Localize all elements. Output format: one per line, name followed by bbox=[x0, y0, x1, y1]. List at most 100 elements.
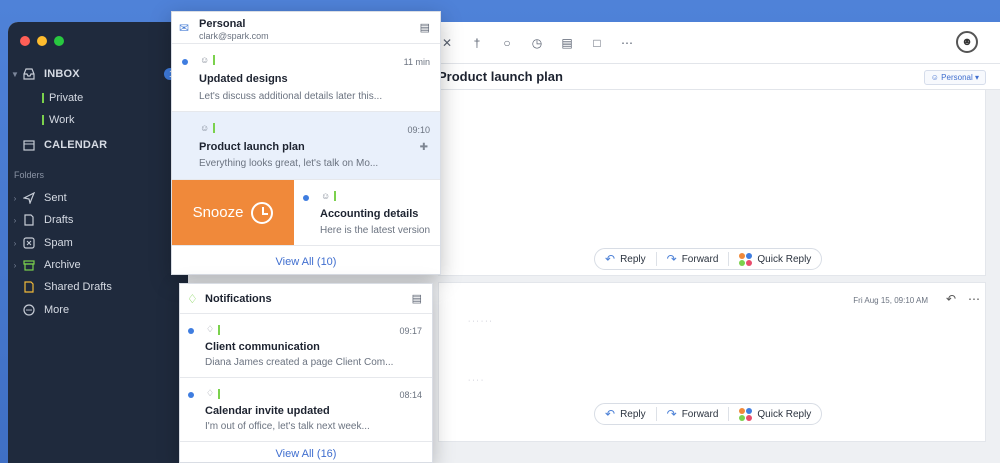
sidebar-item-more[interactable]: More bbox=[8, 300, 188, 320]
email-subject: Product launch plan bbox=[438, 69, 563, 84]
reply-arrow-icon[interactable]: ↶ bbox=[946, 292, 956, 306]
quick-reply-label: Quick Reply bbox=[757, 253, 812, 265]
more-options-icon[interactable]: ⋯ bbox=[618, 34, 636, 52]
reply-arrow-icon: ↶ bbox=[605, 407, 616, 421]
popover-title: Notifications bbox=[205, 293, 272, 305]
pin-icon[interactable]: † bbox=[468, 34, 486, 52]
window-controls bbox=[20, 36, 64, 46]
sidebar-item-drafts[interactable]: › Drafts bbox=[8, 210, 188, 230]
tag-color-marker bbox=[334, 191, 337, 201]
popover-title: Personal bbox=[199, 18, 246, 30]
quick-reply-label: Quick Reply bbox=[757, 408, 812, 420]
reply-button[interactable]: ↶ Reply bbox=[595, 249, 656, 269]
account-selector[interactable]: ☺ Personal ▾ bbox=[923, 70, 986, 85]
quick-reply-button[interactable]: Quick Reply bbox=[729, 249, 821, 269]
sidebar-item-private[interactable]: Private bbox=[8, 88, 188, 108]
notification-item[interactable]: ♢ 09:17 Client communication Diana James… bbox=[180, 314, 432, 378]
tag-color-marker bbox=[213, 55, 216, 65]
mail-preview: Let's discuss additional details later t… bbox=[199, 91, 383, 102]
close-window-button[interactable] bbox=[20, 36, 30, 46]
notification-time: 09:17 bbox=[399, 326, 422, 336]
person-icon: ☺ bbox=[200, 123, 210, 133]
snooze-label: Snooze bbox=[192, 204, 244, 221]
person-icon: ☺ bbox=[200, 55, 210, 65]
forward-button[interactable]: ↷ Forward bbox=[657, 404, 729, 424]
view-all-link[interactable]: View All (10) bbox=[172, 256, 440, 268]
attachment-icon: ✚ bbox=[419, 142, 428, 153]
mail-item-swiped[interactable]: Snooze ☺ Accounting details Here is the … bbox=[172, 180, 440, 246]
shared-drafts-icon bbox=[22, 280, 36, 294]
chevron-right-icon[interactable]: › bbox=[8, 261, 22, 270]
notification-title: Client communication bbox=[205, 341, 320, 353]
archive-icon bbox=[22, 258, 36, 272]
mail-subject: Accounting details bbox=[320, 208, 419, 220]
notification-title: Calendar invite updated bbox=[205, 405, 330, 417]
sidebar-item-label: CALENDAR bbox=[44, 139, 108, 151]
quick-reply-button[interactable]: Quick Reply bbox=[729, 404, 821, 424]
message-actions: ↶ ⋯ bbox=[946, 292, 980, 306]
sidebar-item-calendar[interactable]: CALENDAR bbox=[8, 135, 188, 155]
minimize-window-button[interactable] bbox=[37, 36, 47, 46]
more-options-icon[interactable]: ⋯ bbox=[968, 292, 980, 306]
sidebar-item-sent[interactable]: › Sent bbox=[8, 188, 188, 208]
chevron-right-icon[interactable]: › bbox=[8, 216, 22, 225]
more-icon bbox=[22, 303, 36, 317]
zoom-window-button[interactable] bbox=[54, 36, 64, 46]
notifications-popover: ♢ Notifications ▤ ♢ 09:17 Client communi… bbox=[179, 283, 433, 463]
view-all-link[interactable]: View All (16) bbox=[180, 448, 432, 460]
user-avatar[interactable]: ☻ bbox=[956, 31, 978, 53]
draft-icon bbox=[22, 213, 36, 227]
app-window: ▼ INBOX 12 Private Work CALENDAR Folders… bbox=[8, 22, 1000, 463]
message-date: Fri Aug 15, 09:10 AM bbox=[853, 296, 928, 305]
reply-button[interactable]: ↶ Reply bbox=[595, 404, 656, 424]
mail-time: 11 min bbox=[403, 57, 430, 67]
archive-icon[interactable]: ▤ bbox=[420, 21, 430, 34]
reply-bar: ↶ Reply ↷ Forward Quick Reply bbox=[594, 403, 823, 425]
reply-arrow-icon: ↶ bbox=[605, 252, 616, 266]
chevron-right-icon[interactable]: › bbox=[8, 194, 22, 203]
mail-item-selected[interactable]: ☺ 09:10 Product launch plan Everything l… bbox=[172, 112, 440, 180]
notification-item[interactable]: ♢ 08:14 Calendar invite updated I'm out … bbox=[180, 378, 432, 442]
tag-color-marker bbox=[42, 115, 44, 125]
tag-color-marker bbox=[218, 388, 221, 399]
move-folder-icon[interactable]: □ bbox=[588, 34, 606, 52]
chevron-right-icon[interactable]: › bbox=[8, 239, 22, 248]
forward-button[interactable]: ↷ Forward bbox=[657, 249, 729, 269]
sidebar-item-label: More bbox=[44, 304, 70, 316]
sidebar-item-shared-drafts[interactable]: Shared Drafts bbox=[8, 277, 188, 297]
sidebar-item-inbox[interactable]: ▼ INBOX 12 bbox=[8, 64, 188, 84]
blurred-text: · · · · · · bbox=[468, 318, 492, 325]
notification-meta: ♢ bbox=[206, 324, 225, 335]
snooze-clock-icon[interactable]: ◷ bbox=[528, 34, 546, 52]
forward-arrow-icon: ↷ bbox=[666, 407, 677, 421]
personal-inbox-popover: ✉ Personal clark@spark.com ▤ ☺ 11 min Up… bbox=[171, 11, 441, 275]
forward-label: Forward bbox=[681, 253, 719, 265]
archive-icon[interactable]: ▤ bbox=[412, 292, 422, 305]
snooze-swipe-action[interactable]: Snooze bbox=[172, 180, 294, 245]
sidebar-item-label: Private bbox=[49, 92, 84, 104]
mail-item[interactable]: ☺ 11 min Updated designs Let's discuss a… bbox=[172, 44, 440, 112]
send-icon bbox=[22, 191, 36, 205]
popover-header: ✉ Personal clark@spark.com ▤ bbox=[172, 12, 440, 44]
sidebar-item-work[interactable]: Work bbox=[8, 110, 188, 130]
mail-subject: Product launch plan bbox=[199, 141, 305, 153]
sidebar-item-spam[interactable]: › Spam bbox=[8, 233, 188, 253]
chevron-down-icon[interactable]: ▼ bbox=[8, 70, 22, 79]
bell-icon: ♢ bbox=[187, 292, 198, 306]
mark-done-icon[interactable]: ○ bbox=[498, 34, 516, 52]
mail-time: 09:10 bbox=[407, 125, 430, 135]
tag-color-marker bbox=[213, 123, 216, 133]
sidebar-item-archive[interactable]: › Archive bbox=[8, 255, 188, 275]
forward-label: Forward bbox=[681, 408, 719, 420]
tag-color-marker bbox=[42, 93, 44, 103]
quick-reply-icon bbox=[739, 252, 753, 266]
mail-subject: Updated designs bbox=[199, 73, 288, 85]
sidebar-item-label: Spam bbox=[44, 237, 73, 249]
sidebar-item-label: Shared Drafts bbox=[44, 281, 112, 293]
archive-icon[interactable]: ▤ bbox=[558, 34, 576, 52]
sidebar-item-label: Sent bbox=[44, 192, 67, 204]
toolbar-actions: ✕ † ○ ◷ ▤ □ ⋯ bbox=[438, 34, 636, 52]
inbox-icon bbox=[22, 67, 36, 81]
spam-icon bbox=[22, 236, 36, 250]
forward-arrow-icon: ↷ bbox=[666, 252, 677, 266]
